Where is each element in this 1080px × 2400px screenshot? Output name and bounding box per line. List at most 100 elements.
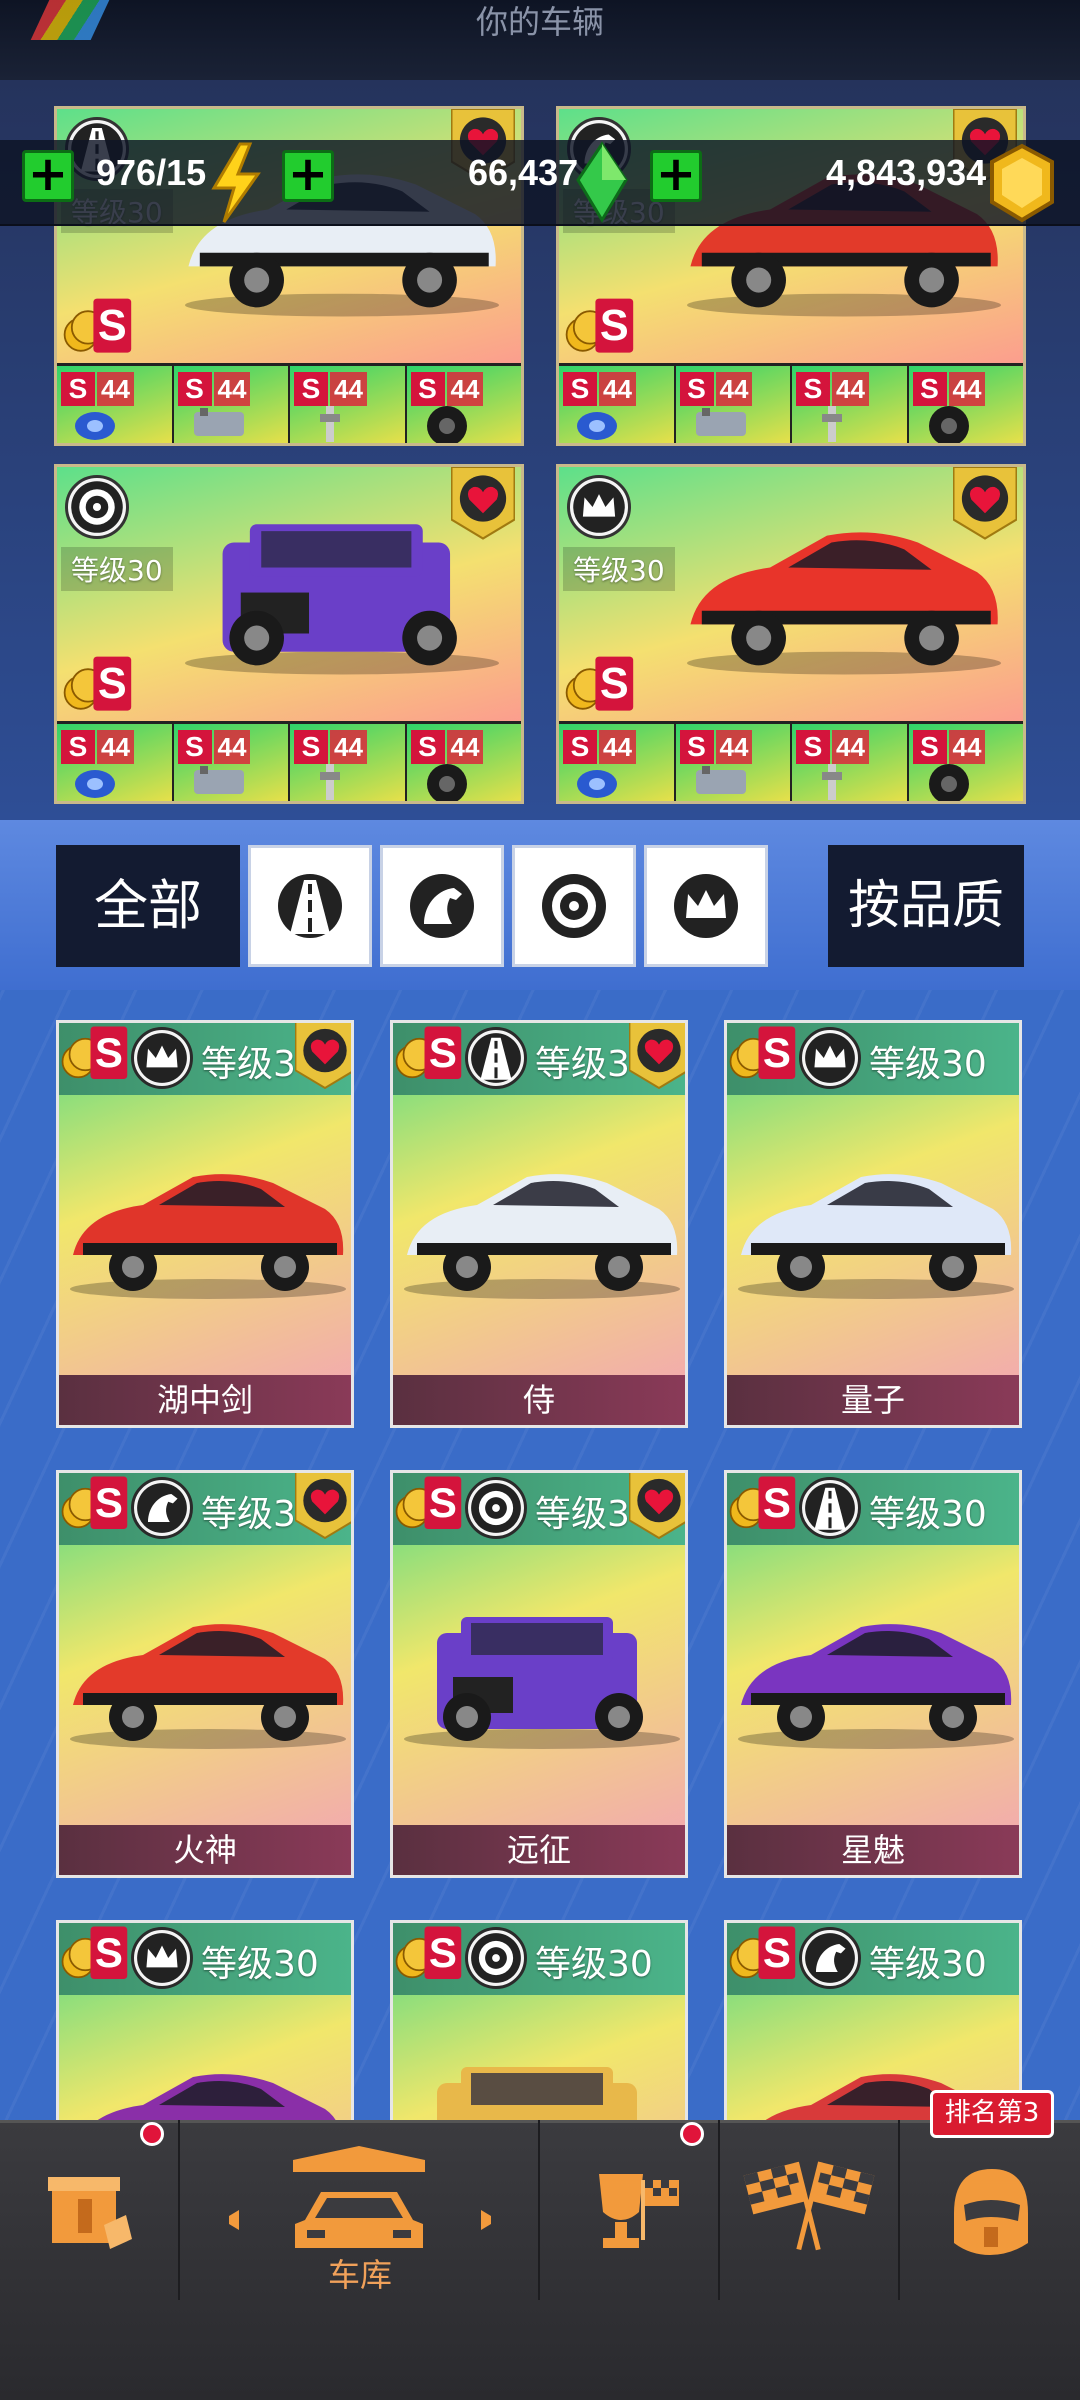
upgrade-part-slot[interactable]: S 44 (173, 724, 290, 801)
helmet-icon (954, 2169, 1028, 2255)
resource-bar: + 976/15 + 66,437 + 4,843,934 (0, 140, 1080, 226)
car-name: 湖中剑 (59, 1375, 351, 1425)
add-coins-button[interactable]: + (650, 150, 702, 202)
part-image (928, 764, 969, 801)
part-image (577, 770, 617, 798)
upgrade-part-slot[interactable]: S 44 (290, 724, 407, 801)
favorite-heart-icon[interactable] (450, 467, 516, 541)
s-rank-icon: S (565, 656, 634, 711)
car-card[interactable]: S 等级3 湖中剑 (56, 1020, 354, 1428)
part-image (695, 766, 746, 794)
gems-value: 66,437 (468, 152, 579, 193)
part-rank-badge: S (563, 730, 597, 764)
part-rank-badge: S (294, 730, 328, 764)
car-level: 等级30 (869, 1044, 987, 1085)
part-rank-badge: S (679, 730, 714, 764)
header-bar: 你的车辆 (0, 0, 1080, 80)
part-image (426, 406, 467, 443)
favorite-heart-icon[interactable] (294, 1021, 354, 1090)
part-rank-badge: S (563, 372, 597, 406)
svg-text:S: S (429, 1479, 457, 1526)
filter-road-tab[interactable] (248, 845, 372, 967)
part-level: 44 (330, 730, 367, 764)
car-level: 等级3 (535, 1044, 630, 1085)
part-image (320, 406, 340, 442)
part-level: 44 (715, 730, 753, 764)
car-image (404, 1174, 680, 1299)
upgrade-part-slot[interactable]: S 44 (290, 366, 407, 443)
nav-shop[interactable] (0, 2120, 180, 2300)
car-card[interactable]: S 等级3 远征 (390, 1470, 688, 1878)
upgrade-part-slot[interactable]: S 44 (908, 724, 1023, 801)
part-rank-badge: S (177, 372, 212, 406)
upgrade-part-slot[interactable]: S 44 (675, 366, 792, 443)
svg-text:S: S (95, 1029, 123, 1076)
favorite-heart-icon[interactable] (952, 467, 1018, 541)
nav-events[interactable] (540, 2120, 720, 2300)
wheel-icon (542, 874, 606, 938)
s-rank-icon: S (61, 1026, 128, 1079)
upgrade-part-slot[interactable]: S 44 (792, 366, 909, 443)
s-rank-icon: S (729, 1476, 796, 1529)
car-name: 星魅 (727, 1825, 1019, 1875)
upgrade-part-slot[interactable]: S 44 (559, 366, 676, 443)
car-name: 侍 (393, 1375, 685, 1425)
part-level: 44 (97, 372, 134, 406)
shop-notification-dot (140, 2122, 164, 2146)
filter-horse-tab[interactable] (380, 845, 504, 967)
svg-text:S: S (95, 1929, 123, 1976)
nav-race[interactable] (720, 2120, 900, 2300)
filter-all-button[interactable]: 全部 (56, 845, 240, 967)
horse-icon (137, 1483, 187, 1533)
part-image (695, 408, 746, 436)
part-rank-badge: S (410, 730, 445, 764)
upgrade-part-slot[interactable]: S 44 (406, 366, 521, 443)
upgrade-part-slot[interactable]: S 44 (675, 724, 792, 801)
filter-crown-tab[interactable] (644, 845, 768, 967)
s-rank-icon: S (395, 1926, 462, 1979)
page-title: 你的车辆 (475, 3, 604, 41)
favorite-heart-icon[interactable] (628, 1471, 688, 1540)
car-card[interactable]: S 等级30 量子 (724, 1020, 1022, 1428)
nav-profile[interactable] (900, 2120, 1080, 2300)
car-card[interactable]: S 等级3 侍 (390, 1020, 688, 1428)
car-card[interactable]: S 等级3 火神 (56, 1470, 354, 1878)
s-rank-icon: S (729, 1926, 796, 1979)
car-class-badge (799, 1027, 861, 1089)
favorite-heart-icon[interactable] (628, 1021, 688, 1090)
rank-badge: 排名第3 (930, 2090, 1054, 2138)
upgrade-part-slot[interactable]: S 44 (908, 366, 1023, 443)
featured-car-card[interactable]: 等级30SS44S44S44S44 (54, 464, 524, 804)
svg-text:S: S (763, 1479, 791, 1526)
add-energy-button[interactable]: + (22, 150, 74, 202)
car-image (70, 1174, 346, 1299)
part-rank-badge: S (294, 372, 328, 406)
trophy-icon (599, 2174, 679, 2248)
upgrade-part-slot[interactable]: S 44 (792, 724, 909, 801)
car-card[interactable]: S 等级30 星魅 (724, 1470, 1022, 1878)
part-level: 44 (832, 730, 869, 764)
garage-label: 车库 (327, 2256, 392, 2294)
upgrade-part-slot[interactable]: S 44 (57, 724, 174, 801)
upgrade-part-slot[interactable]: S 44 (559, 724, 676, 801)
crown-icon (137, 1033, 187, 1083)
part-image (75, 770, 115, 798)
sort-by-quality-button[interactable]: 按品质 (828, 845, 1024, 967)
crown-icon (137, 1933, 187, 1983)
car-class-badge (131, 1477, 193, 1539)
add-gems-button[interactable]: + (282, 150, 334, 202)
part-image (928, 406, 969, 443)
upgrade-part-slot[interactable]: S 44 (173, 366, 290, 443)
part-level: 44 (715, 372, 753, 406)
part-image (193, 408, 244, 436)
part-level: 44 (446, 372, 484, 406)
car-image (404, 1617, 680, 1749)
upgrade-part-slot[interactable]: S 44 (57, 366, 174, 443)
favorite-heart-icon[interactable] (294, 1471, 354, 1540)
svg-text:S: S (429, 1029, 457, 1076)
car-class-badge (465, 1027, 527, 1089)
crown-icon (573, 481, 625, 533)
filter-wheel-tab[interactable] (512, 845, 636, 967)
featured-car-card[interactable]: 等级30SS44S44S44S44 (556, 464, 1026, 804)
upgrade-part-slot[interactable]: S 44 (406, 724, 521, 801)
